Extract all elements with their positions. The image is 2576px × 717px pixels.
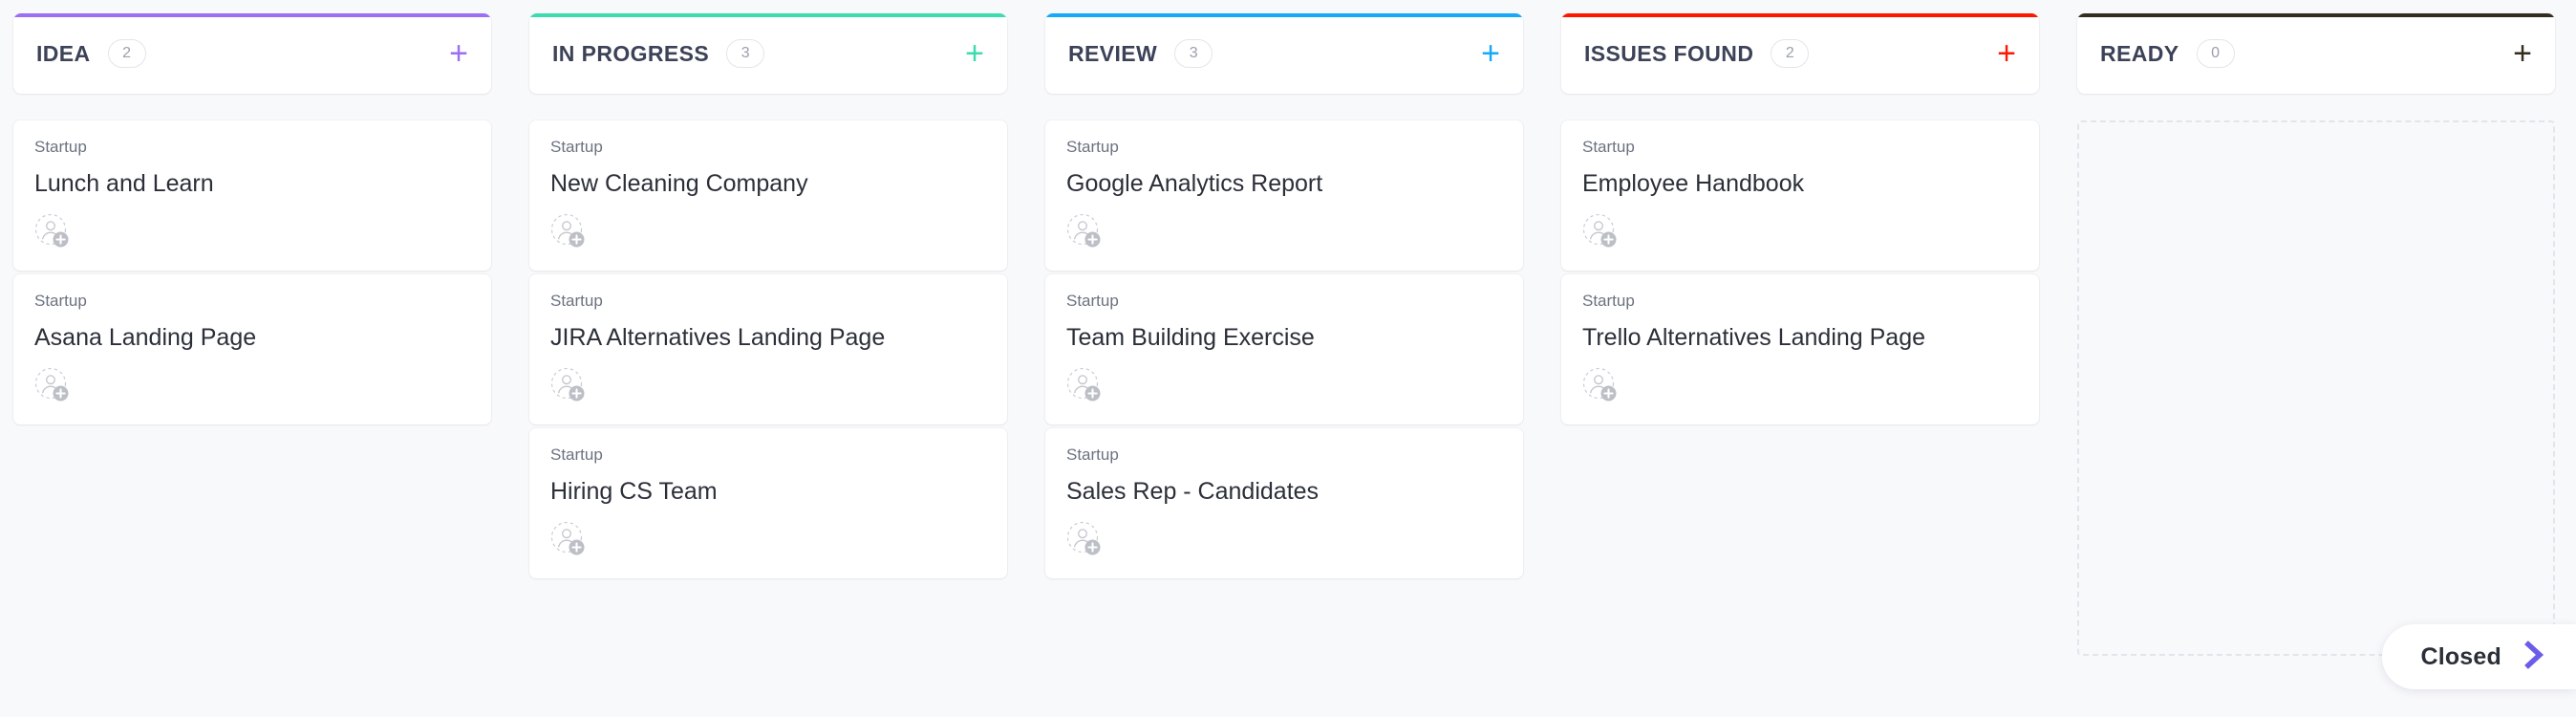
card-list-review: Startup Google Analytics Report Startup Tea…	[1045, 120, 1523, 578]
task-card-title: Employee Handbook	[1582, 168, 2018, 200]
add-task-button-review[interactable]: +	[1481, 44, 1500, 63]
task-card-tag: Startup	[550, 138, 986, 157]
task-card-title: Google Analytics Report	[1066, 168, 1502, 200]
task-card[interactable]: Startup Sales Rep - Candidates	[1045, 428, 1523, 578]
task-card-title: Sales Rep - Candidates	[1066, 476, 1502, 508]
column-header-review: REVIEW 3 +	[1045, 13, 1523, 94]
column-title: IN PROGRESS	[552, 41, 709, 67]
task-card-title: Trello Alternatives Landing Page	[1582, 322, 2018, 354]
task-card[interactable]: Startup Google Analytics Report	[1045, 120, 1523, 271]
task-card-tag: Startup	[34, 292, 470, 311]
kanban-board: IDEA 2 + Startup Lunch and Learn Startup Asana…	[0, 0, 2576, 717]
column-accent-bar	[1561, 13, 2039, 17]
kanban-column-review: REVIEW3+StartupGoogle Analytics ReportSt…	[1045, 13, 1523, 717]
kanban-column-idea: IDEA 2 + Startup Lunch and Learn Startup Asana…	[13, 13, 491, 717]
column-header-idea: IDEA 2 +	[13, 13, 491, 94]
column-title: ISSUES FOUND	[1584, 41, 1753, 67]
add-task-button-ready[interactable]: +	[2513, 44, 2532, 63]
task-card-tag: Startup	[1066, 292, 1502, 311]
add-assignee-icon[interactable]	[1066, 367, 1103, 403]
kanban-column-ready: READY 0 +	[2077, 13, 2555, 717]
task-card-tag: Startup	[1582, 138, 2018, 157]
task-card[interactable]: Startup Trello Alternatives Landing Page	[1561, 274, 2039, 424]
column-accent-bar	[529, 13, 1007, 17]
add-task-button-idea[interactable]: +	[449, 44, 468, 63]
add-assignee-icon[interactable]	[1066, 521, 1103, 557]
closed-panel-toggle[interactable]: Closed	[2382, 624, 2576, 689]
task-card[interactable]: Startup Team Building Exercise	[1045, 274, 1523, 424]
column-header-in-progress: IN PROGRESS 3 +	[529, 13, 1007, 94]
add-assignee-icon[interactable]	[34, 367, 71, 403]
add-assignee-icon[interactable]	[550, 367, 587, 403]
column-header-ready: READY 0 +	[2077, 13, 2555, 94]
card-list-issues-found: Startup Employee Handbook Startup Trello Al…	[1561, 120, 2039, 424]
column-card-count: 3	[1174, 39, 1213, 68]
task-card-tag: Startup	[1066, 138, 1502, 157]
column-accent-bar	[13, 13, 491, 17]
column-title: READY	[2100, 41, 2179, 67]
chevron-right-icon	[2522, 641, 2547, 674]
column-title: REVIEW	[1068, 41, 1157, 67]
column-card-count: 2	[108, 39, 146, 68]
empty-drop-zone-ready[interactable]	[2077, 120, 2555, 656]
task-card[interactable]: Startup Employee Handbook	[1561, 120, 2039, 271]
add-assignee-icon[interactable]	[1066, 213, 1103, 250]
card-list-idea: Startup Lunch and Learn Startup Asana Landi…	[13, 120, 491, 424]
task-card[interactable]: Startup Lunch and Learn	[13, 120, 491, 271]
add-assignee-icon[interactable]	[550, 213, 587, 250]
task-card[interactable]: Startup Asana Landing Page	[13, 274, 491, 424]
add-task-button-issues-found[interactable]: +	[1997, 44, 2016, 63]
task-card-title: Lunch and Learn	[34, 168, 470, 200]
column-header-issues-found: ISSUES FOUND 2 +	[1561, 13, 2039, 94]
task-card[interactable]: Startup Hiring CS Team	[529, 428, 1007, 578]
card-list-in-progress: Startup New Cleaning Company Startup JIRA A…	[529, 120, 1007, 578]
column-card-count: 0	[2197, 39, 2235, 68]
column-accent-bar	[2077, 13, 2555, 17]
add-assignee-icon[interactable]	[1582, 213, 1619, 250]
column-card-count: 2	[1771, 39, 1809, 68]
add-assignee-icon[interactable]	[550, 521, 587, 557]
task-card-title: JIRA Alternatives Landing Page	[550, 322, 986, 354]
task-card[interactable]: Startup JIRA Alternatives Landing Page	[529, 274, 1007, 424]
task-card[interactable]: Startup New Cleaning Company	[529, 120, 1007, 271]
task-card-title: Asana Landing Page	[34, 322, 470, 354]
column-card-count: 3	[726, 39, 764, 68]
add-task-button-in-progress[interactable]: +	[965, 44, 984, 63]
task-card-title: Hiring CS Team	[550, 476, 986, 508]
task-card-title: New Cleaning Company	[550, 168, 986, 200]
task-card-tag: Startup	[550, 445, 986, 465]
task-card-tag: Startup	[550, 292, 986, 311]
add-assignee-icon[interactable]	[34, 213, 71, 250]
kanban-column-issues-found: ISSUES FOUND2+StartupEmployee HandbookSt…	[1561, 13, 2039, 717]
task-card-tag: Startup	[1582, 292, 2018, 311]
column-title: IDEA	[36, 41, 91, 67]
column-accent-bar	[1045, 13, 1523, 17]
kanban-column-in-progress: IN PROGRESS 3 + Startup New Cleaning Company…	[529, 13, 1007, 717]
task-card-title: Team Building Exercise	[1066, 322, 1502, 354]
closed-panel-label: Closed	[2420, 643, 2501, 671]
task-card-tag: Startup	[34, 138, 470, 157]
task-card-tag: Startup	[1066, 445, 1502, 465]
add-assignee-icon[interactable]	[1582, 367, 1619, 403]
